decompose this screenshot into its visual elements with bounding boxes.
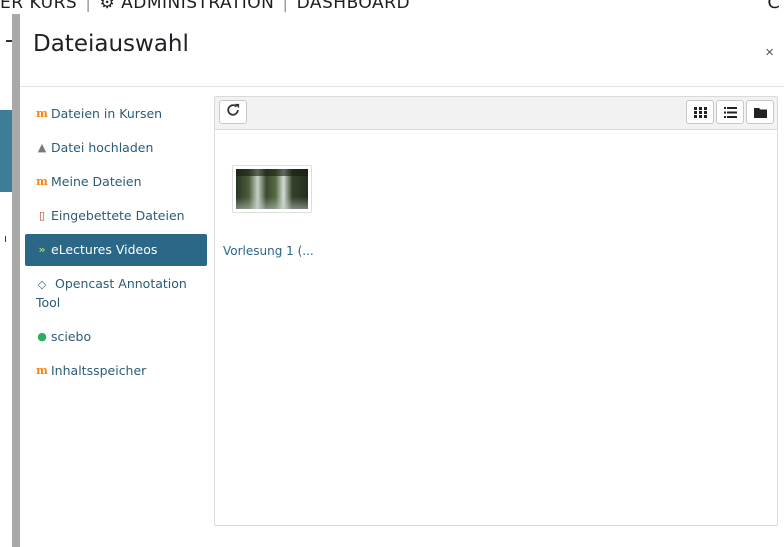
file-thumbnail-tile[interactable]: [232, 165, 312, 213]
sidebar-item-datei-hochladen[interactable]: ▲ Datei hochladen: [25, 132, 207, 164]
sidebar-item-sciebo[interactable]: ● sciebo: [25, 321, 207, 353]
sidebar-item-label: Meine Dateien: [51, 174, 142, 189]
nav-dashboard: DASHBOARD: [296, 0, 411, 13]
background-left-strip: l ı: [0, 14, 12, 547]
waterfall-thumbnail: [236, 169, 308, 209]
file-picker-dialog: Dateiauswahl × m Dateien in Kursen ▲ Dat…: [12, 14, 784, 547]
file-browser-panel: Vorlesung 1 (...: [214, 96, 778, 526]
background-navbar: ER KURS | ⚙ ADMINISTRATION | DASHBOARD C: [0, 0, 784, 14]
sidebar-item-dateien-in-kursen[interactable]: m Dateien in Kursen: [25, 98, 207, 130]
sciebo-icon: ●: [37, 330, 47, 343]
sidebar-item-label: Opencast Annotation Tool: [36, 276, 187, 310]
moodle-icon: m: [36, 107, 48, 120]
sidebar-item-label: Dateien in Kursen: [51, 106, 163, 121]
upload-icon: ▲: [37, 141, 47, 154]
folder-view-icon: [753, 107, 767, 118]
file-browser-toolbar: [215, 97, 777, 130]
list-view-icon: [723, 106, 737, 118]
moodle-icon: m: [36, 364, 48, 377]
list-view-button[interactable]: [716, 100, 744, 124]
grid-view-button[interactable]: [686, 100, 714, 124]
sidebar-item-label: Datei hochladen: [51, 140, 154, 155]
sidebar-item-eingebettete-dateien[interactable]: ▯ Eingebettete Dateien: [25, 200, 207, 232]
sidebar-item-inhaltsspeicher[interactable]: m Inhaltsspeicher: [25, 355, 207, 387]
sidebar-item-electures-videos[interactable]: » eLectures Videos: [25, 234, 207, 266]
grid-view-icon: [693, 106, 707, 118]
nav-administration: ADMINISTRATION: [121, 0, 275, 13]
refresh-icon: [227, 103, 240, 116]
dialog-title: Dateiauswahl: [33, 31, 189, 57]
sidebar-item-label: Inhaltsspeicher: [51, 363, 147, 378]
nav-course: ER KURS: [0, 0, 78, 13]
background-corner-glyph: C: [767, 0, 780, 13]
view-switcher: [684, 100, 774, 124]
sidebar-item-label: sciebo: [51, 329, 92, 344]
sidebar-item-label: Eingebettete Dateien: [51, 208, 185, 223]
electures-icon: »: [38, 243, 46, 256]
nav-admin-icon: ⚙: [99, 0, 122, 13]
sidebar-item-meine-dateien[interactable]: m Meine Dateien: [25, 166, 207, 198]
close-button[interactable]: ×: [765, 44, 774, 61]
repository-list: m Dateien in Kursen ▲ Datei hochladen m …: [25, 98, 207, 389]
refresh-button[interactable]: [219, 100, 247, 124]
opencast-icon: ◇: [37, 278, 47, 291]
sidebar-item-opencast-annotation-tool[interactable]: ◇ Opencast Annotation Tool: [25, 268, 207, 319]
moodle-icon: m: [36, 175, 48, 188]
folder-view-button[interactable]: [746, 100, 774, 124]
dialog-header: Dateiauswahl ×: [20, 14, 784, 87]
sidebar-item-label: eLectures Videos: [51, 242, 158, 257]
embedded-file-icon: ▯: [38, 209, 46, 222]
file-name-link[interactable]: Vorlesung 1 (...: [223, 244, 314, 258]
